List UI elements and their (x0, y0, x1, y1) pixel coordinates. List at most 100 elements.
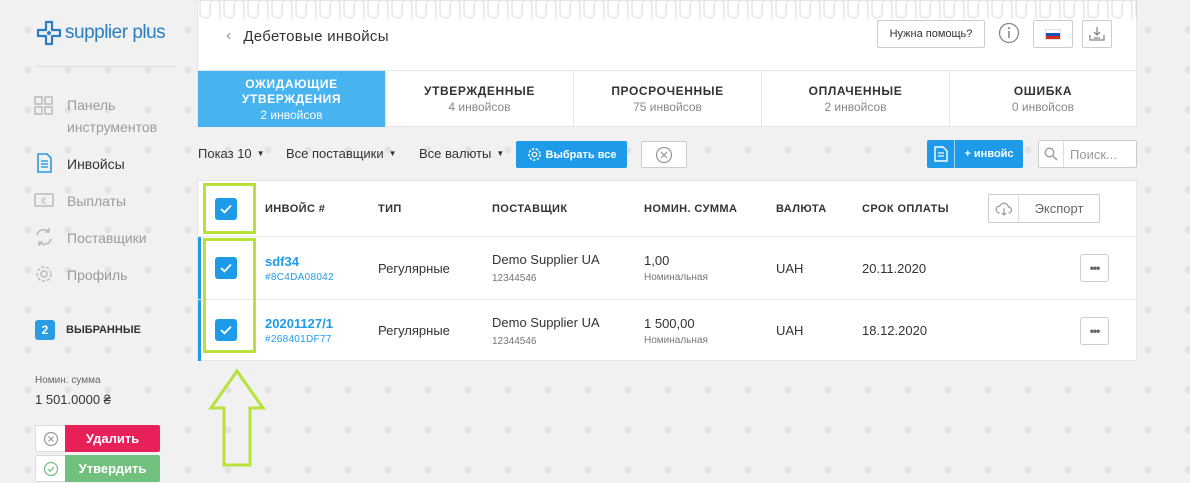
amount-value: 1 500,00 (644, 315, 695, 331)
suppliers-icon (36, 228, 52, 246)
invoice-id: #8C4DA08042 (265, 271, 334, 283)
sidebar-item-dashboard[interactable]: Панель инструментов (34, 94, 177, 138)
svg-text:€: € (41, 197, 47, 207)
export-label: Экспорт (1034, 201, 1084, 216)
sidebar-item-profile[interactable]: Профиль (34, 264, 177, 286)
tab-title: УТВЕРЖДЕННЫЕ (424, 84, 535, 98)
supplier-filter[interactable]: Все поставщики ▼ (286, 146, 397, 161)
select-all-label: Выбрать все (545, 148, 617, 161)
amount-note: Номинальная (644, 272, 708, 283)
column-header-invoice[interactable]: ИНВОЙС # (265, 181, 325, 236)
sidebar-item-label: Панель инструментов (67, 97, 158, 135)
download-icon (1089, 27, 1105, 41)
supplier-name: Demo Supplier UA (492, 252, 600, 267)
tab-title: ОПЛАЧЕННЫЕ (808, 84, 903, 98)
due-date-cell: 18.12.2020 (862, 323, 928, 338)
sidebar-item-invoices[interactable]: Инвойсы (34, 153, 177, 175)
export-button[interactable]: Экспорт (988, 194, 1100, 223)
caret-down-icon: ▼ (256, 149, 265, 158)
selected-count-badge: 2 (35, 320, 55, 340)
sidebar-item-payouts[interactable]: € Выплаты (34, 190, 177, 212)
search-input[interactable] (1070, 146, 1136, 162)
row-menu-button[interactable]: ••• (1080, 254, 1109, 282)
sidebar-item-label: Поставщики (67, 230, 147, 246)
approve-button-label: Утвердить (65, 455, 160, 482)
supplier-code: 12344546 (492, 273, 537, 284)
logo[interactable]: supplier plus (36, 20, 166, 46)
add-invoice-button[interactable]: + инвойс (927, 140, 1023, 168)
invoice-cell: sdf34 #8C4DA08042 (265, 237, 334, 299)
page-title: Дебетовые инвойсы (243, 27, 389, 45)
column-header-currency[interactable]: ВАЛЮТА (776, 181, 827, 236)
table-header: ИНВОЙС # ТИП ПОСТАВЩИК НОМИН. СУММА ВАЛЮ… (198, 181, 1136, 236)
gear-icon (527, 148, 541, 161)
tab-subtitle: 2 инвойсов (824, 100, 887, 114)
logo-icon (36, 20, 62, 46)
invoice-number-link[interactable]: 20201127/1 (265, 316, 333, 331)
supplier-cell: Demo Supplier UA 12344546 (492, 300, 600, 361)
document-icon (37, 153, 52, 173)
type-cell: Регулярные (378, 323, 450, 338)
search-box[interactable] (1038, 140, 1137, 168)
highlight-header-checkbox (203, 183, 256, 234)
up-arrow-icon (208, 368, 266, 467)
ru-flag-icon (1045, 28, 1061, 40)
type-cell: Регулярные (378, 260, 450, 276)
invoice-table: ИНВОЙС # ТИП ПОСТАВЩИК НОМИН. СУММА ВАЛЮ… (197, 180, 1137, 361)
caret-down-icon: ▼ (496, 149, 505, 158)
header-card: ‹ Дебетовые инвойсы Нужна помощь? ОЖИДАЮ… (197, 0, 1138, 127)
tab-subtitle: 0 инвойсов (1011, 100, 1075, 114)
currency-filter-label: Все валюты (419, 146, 492, 161)
sidebar: supplier plus Панель инструментов Инвойс… (0, 0, 190, 483)
selected-label: ВЫБРАННЫЕ (66, 324, 141, 336)
language-button[interactable] (1033, 20, 1073, 48)
amount-cell: 1,00 Номинальная (644, 237, 708, 299)
info-icon[interactable] (998, 22, 1020, 44)
tab-paid[interactable]: ОПЛАЧЕННЫЕ 2 инвойсов (762, 71, 950, 127)
chevron-left-icon[interactable]: ‹ (226, 27, 231, 45)
table-row[interactable]: sdf34 #8C4DA08042 Регулярные Demo Suppli… (198, 236, 1136, 299)
column-header-due-date[interactable]: СРОК ОПЛАТЫ (862, 181, 949, 236)
selected-summary: 2 ВЫБРАННЫЕ (35, 320, 141, 340)
tab-overdue[interactable]: ПРОСРОЧЕННЫЕ 75 инвойсов (574, 71, 762, 127)
status-tabs: ОЖИДАЮЩИЕ УТВЕРЖДЕНИЯ 2 инвойсов УТВЕРЖД… (198, 70, 1136, 127)
supplier-cell: Demo Supplier UA 12344546 (492, 237, 600, 299)
column-header-type[interactable]: ТИП (378, 181, 402, 236)
add-invoice-label: + инвойс (964, 148, 1014, 160)
brand-name: supplier plus (65, 22, 166, 43)
help-button[interactable]: Нужна помощь? (877, 20, 985, 48)
gear-icon (36, 266, 52, 282)
document-icon (927, 140, 955, 168)
supplier-name: Demo Supplier UA (492, 314, 600, 330)
tab-approved[interactable]: УТВЕРЖДЕННЫЕ 4 инвойсов (386, 71, 574, 127)
row-menu-button[interactable]: ••• (1080, 317, 1109, 345)
delete-button[interactable]: Удалить (35, 425, 160, 452)
more-dots-icon: ••• (1089, 261, 1101, 275)
caret-down-icon: ▼ (388, 149, 397, 158)
tab-error[interactable]: ОШИБКА 0 инвойсов (950, 71, 1136, 127)
invoice-number-link[interactable]: sdf34 (265, 254, 334, 269)
tab-subtitle: 75 инвойсов (633, 100, 702, 114)
sidebar-item-suppliers[interactable]: Поставщики (34, 227, 177, 249)
select-all-button[interactable]: Выбрать все (516, 141, 627, 168)
download-button[interactable] (1082, 20, 1112, 48)
currency-cell: UAH (776, 260, 804, 276)
approve-button[interactable]: Утвердить (35, 455, 160, 482)
table-row[interactable]: 20201127/1 #268401DF77 Регулярные Demo S… (198, 299, 1136, 361)
sidebar-item-label: Инвойсы (67, 156, 125, 172)
payout-icon: € (34, 193, 54, 207)
page-size-select[interactable]: Показ 10 ▼ (198, 146, 265, 161)
search-icon (1039, 141, 1064, 167)
check-circle-icon (35, 455, 65, 482)
dashboard-icon (34, 96, 53, 115)
clear-selection-button[interactable] (641, 141, 687, 168)
currency-filter[interactable]: Все валюты ▼ (419, 146, 504, 161)
amount-cell: 1 500,00 Номинальная (644, 300, 708, 361)
sidebar-divider (36, 66, 176, 67)
column-header-supplier[interactable]: ПОСТАВЩИК (492, 181, 567, 236)
tab-pending[interactable]: ОЖИДАЮЩИЕ УТВЕРЖДЕНИЯ 2 инвойсов (198, 71, 386, 127)
delete-button-label: Удалить (65, 425, 160, 452)
supplier-code: 12344546 (492, 335, 537, 347)
column-header-amount[interactable]: НОМИН. СУММА (644, 181, 737, 236)
close-circle-icon (655, 146, 673, 163)
